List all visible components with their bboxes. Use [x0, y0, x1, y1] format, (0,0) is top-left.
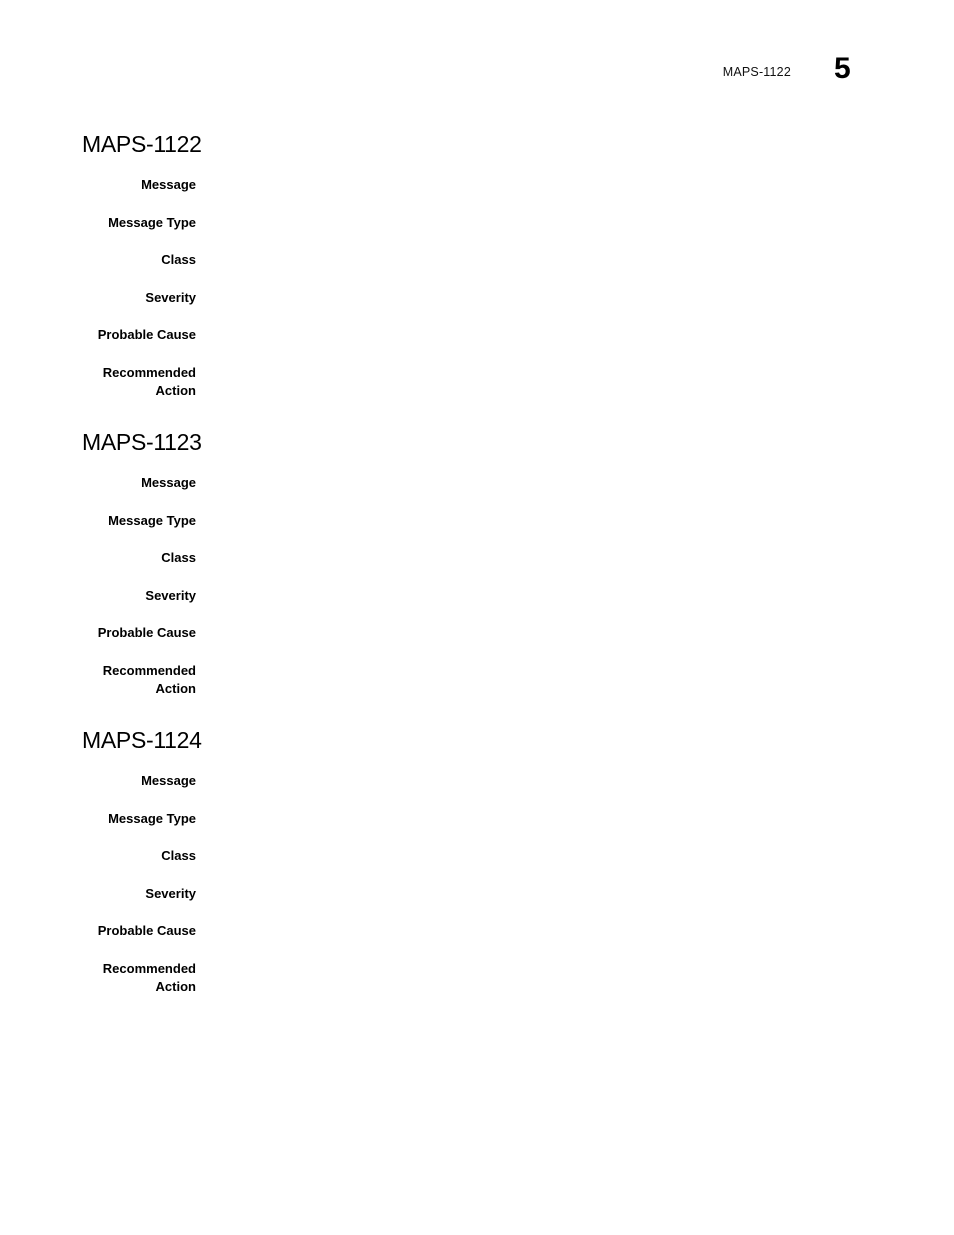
field-row: Probable Cause [0, 922, 954, 960]
field-value-class [212, 549, 884, 550]
page-number: 5 [834, 52, 851, 85]
field-value-severity [212, 885, 884, 886]
field-value-severity [212, 289, 884, 290]
field-label-severity: Severity [145, 289, 196, 305]
field-value-message-type [212, 810, 884, 811]
field-value-recommended-action [212, 960, 884, 961]
field-label-class: Class [161, 550, 196, 565]
field-value-probable-cause [212, 326, 884, 327]
field-value-class [212, 251, 884, 252]
field-list: Message Message Type Class Severity Prob… [0, 474, 954, 718]
field-list: Message Message Type Class Severity Prob… [0, 772, 954, 1016]
field-label-recommended-action: Recommended Action [102, 364, 196, 399]
field-label-message-type: Message Type [108, 810, 196, 826]
running-header: MAPS-1122 5 [0, 52, 954, 98]
field-value-message-type [212, 214, 884, 215]
field-row: Message Type [0, 512, 954, 550]
field-value-recommended-action [212, 364, 884, 365]
field-value-recommended-action [212, 662, 884, 663]
field-value-severity [212, 587, 884, 588]
header-chapter-title: MAPS-1122 [722, 65, 791, 79]
field-value-probable-cause [212, 624, 884, 625]
section-heading: MAPS-1122 [82, 131, 202, 157]
field-row: Recommended Action [0, 662, 954, 718]
field-row: Message [0, 176, 954, 214]
field-label-message: Message [141, 773, 196, 788]
field-row: Severity [0, 587, 954, 625]
field-value-message [212, 474, 884, 475]
field-value-message [212, 772, 884, 773]
field-row: Class [0, 549, 954, 587]
field-label-message: Message [141, 177, 196, 192]
field-row: Recommended Action [0, 364, 954, 420]
field-label-recommended-action: Recommended Action [102, 960, 196, 995]
field-label-recommended-action: Recommended Action [102, 662, 196, 697]
field-row: Severity [0, 885, 954, 923]
field-row: Message Type [0, 214, 954, 252]
field-row: Severity [0, 289, 954, 327]
field-label-message-type: Message Type [108, 512, 196, 528]
field-value-probable-cause [212, 922, 884, 923]
field-label-class: Class [161, 848, 196, 863]
field-label-probable-cause: Probable Cause [97, 625, 196, 640]
field-row: Probable Cause [0, 624, 954, 662]
field-label-message: Message [141, 475, 196, 490]
field-label-probable-cause: Probable Cause [97, 923, 196, 938]
field-row: Class [0, 847, 954, 885]
field-row: Message [0, 772, 954, 810]
field-label-severity: Severity [145, 885, 196, 901]
field-label-probable-cause: Probable Cause [97, 327, 196, 342]
section-heading: MAPS-1123 [82, 429, 202, 455]
section-heading: MAPS-1124 [82, 727, 202, 753]
field-label-class: Class [161, 252, 196, 267]
field-value-message-type [212, 512, 884, 513]
field-row: Recommended Action [0, 960, 954, 1016]
field-label-message-type: Message Type [108, 214, 196, 230]
field-value-class [212, 847, 884, 848]
field-list: Message Message Type Class Severity Prob… [0, 176, 954, 420]
field-row: Probable Cause [0, 326, 954, 364]
field-row: Class [0, 251, 954, 289]
field-value-message [212, 176, 884, 177]
field-row: Message [0, 474, 954, 512]
field-row: Message Type [0, 810, 954, 848]
field-label-severity: Severity [145, 587, 196, 603]
